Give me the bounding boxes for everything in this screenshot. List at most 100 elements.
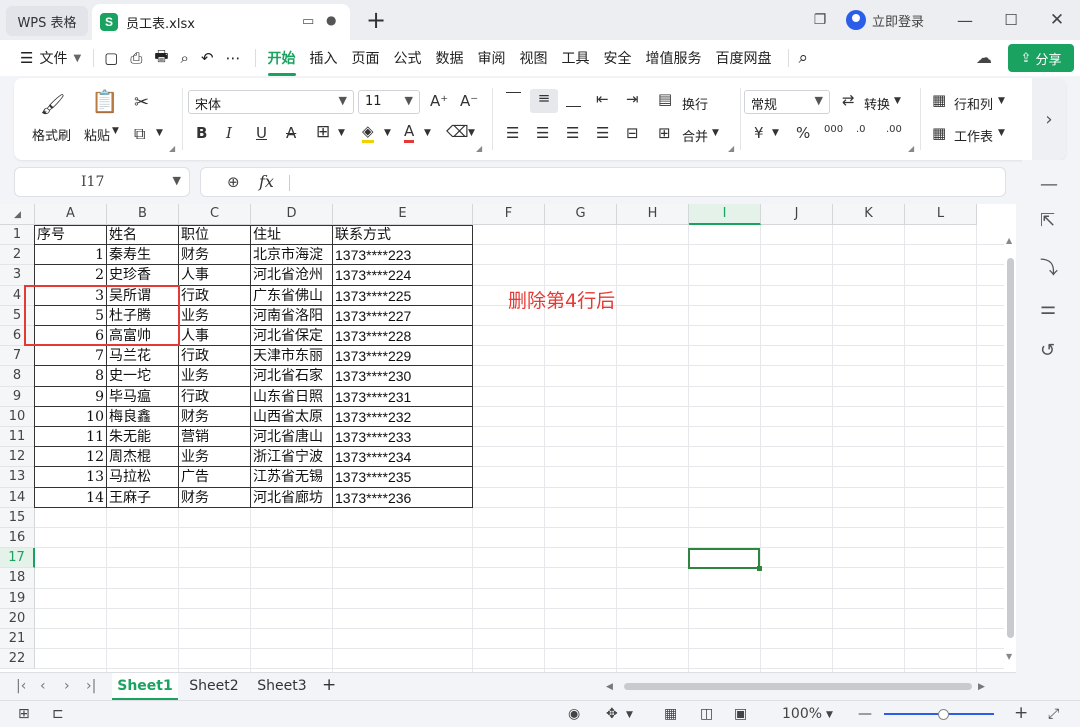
row-header-20[interactable]: 20 xyxy=(0,608,35,629)
row-header-9[interactable]: 9 xyxy=(0,386,35,407)
menu-tab-view[interactable]: 视图 xyxy=(520,48,548,68)
zoom-in-icon[interactable]: + xyxy=(1014,703,1028,723)
font-name-select[interactable]: 宋体 ▼ xyxy=(188,90,354,114)
menu-tab-value-added[interactable]: 增值服务 xyxy=(646,48,702,68)
cell-e3[interactable]: 1373****224 xyxy=(333,265,473,285)
currency-icon[interactable]: ¥ xyxy=(754,124,764,142)
cell-c1[interactable]: 职位 xyxy=(179,225,251,245)
cell-mode-icon[interactable]: ⊏ xyxy=(52,706,64,722)
macro-record-icon[interactable]: ⊞ xyxy=(18,706,30,722)
cell-d11[interactable]: 河北省唐山 xyxy=(251,427,333,447)
column-header-f[interactable]: F xyxy=(473,204,545,225)
cell-d9[interactable]: 山东省日照 xyxy=(251,387,333,407)
cell-b13[interactable]: 马拉松 xyxy=(107,467,179,487)
column-header-b[interactable]: B xyxy=(107,204,179,225)
cell-d3[interactable]: 河北省沧州 xyxy=(251,265,333,285)
search-icon[interactable]: ⌕ xyxy=(799,48,809,68)
tab-wps-home[interactable]: WPS 表格 xyxy=(6,6,88,36)
cell-a10[interactable]: 10 xyxy=(35,407,107,427)
cell-a3[interactable]: 2 xyxy=(35,265,107,285)
formula-input[interactable]: ⊕ fx xyxy=(200,167,1006,197)
align-bottom-icon[interactable]: ⎽ xyxy=(566,90,581,108)
select-all-corner[interactable]: ◢ xyxy=(0,204,35,225)
first-sheet-icon[interactable]: |‹ xyxy=(16,678,26,694)
cell-d14[interactable]: 河北省廊坊 xyxy=(251,488,333,508)
copy-chevron-icon[interactable]: ▼ xyxy=(156,128,163,138)
italic-icon[interactable]: I xyxy=(226,124,232,142)
new-tab-plus-icon[interactable]: + xyxy=(366,6,386,34)
zoom-out-icon[interactable]: — xyxy=(858,706,872,722)
cell-d10[interactable]: 山西省太原 xyxy=(251,407,333,427)
merge-button[interactable]: 合并 xyxy=(682,126,708,145)
next-sheet-icon[interactable]: › xyxy=(64,678,70,694)
menu-tab-data[interactable]: 数据 xyxy=(436,48,464,68)
bold-icon[interactable]: B xyxy=(196,124,207,142)
cell-d8[interactable]: 河北省石家 xyxy=(251,366,333,386)
cloud-icon[interactable]: ☁ xyxy=(976,48,992,67)
currency-chevron-icon[interactable]: ▼ xyxy=(772,128,779,138)
cell-c14[interactable]: 财务 xyxy=(179,488,251,508)
format-painter-icon[interactable]: 🖌 xyxy=(40,92,65,116)
column-header-e[interactable]: E xyxy=(333,204,473,225)
cell-e12[interactable]: 1373****234 xyxy=(333,447,473,467)
menu-tab-review[interactable]: 审阅 xyxy=(478,48,506,68)
scroll-left-icon[interactable]: ◀ xyxy=(606,682,613,692)
user-avatar-icon[interactable] xyxy=(845,10,866,30)
rows-cols-chevron-icon[interactable]: ▼ xyxy=(998,96,1005,106)
cell-a2[interactable]: 1 xyxy=(35,245,107,265)
rows-cols-icon[interactable]: ▦ xyxy=(932,91,946,109)
wrap-text-button[interactable]: 换行 xyxy=(682,94,708,113)
cell-d6[interactable]: 河北省保定 xyxy=(251,326,333,346)
row-header-16[interactable]: 16 xyxy=(0,528,35,549)
cell-b12[interactable]: 周杰棍 xyxy=(107,447,179,467)
row-header-2[interactable]: 2 xyxy=(0,245,35,266)
function-icon[interactable]: fx xyxy=(259,172,274,191)
minimize-icon[interactable]: — xyxy=(942,11,988,30)
increase-decimal-icon[interactable]: .0 xyxy=(856,124,866,135)
menu-tab-tools[interactable]: 工具 xyxy=(562,48,590,68)
undo-icon[interactable]: ↶ xyxy=(201,49,214,67)
row-header-19[interactable]: 19 xyxy=(0,588,35,609)
column-header-i[interactable]: I xyxy=(689,204,761,225)
name-box[interactable]: I17 ▼ xyxy=(14,167,190,197)
column-header-j[interactable]: J xyxy=(761,204,833,225)
align-left-icon[interactable]: ☰ xyxy=(506,124,519,142)
chevron-down-icon[interactable]: ▼ xyxy=(173,174,181,187)
print-icon[interactable]: 🖶 xyxy=(154,46,168,71)
cell-e13[interactable]: 1373****235 xyxy=(333,467,473,487)
font-color-icon[interactable]: A xyxy=(404,122,415,143)
spreadsheet-grid[interactable]: ◢ ABCDEFGHIJKL 1 2 3 4 5 6 7 8 9 10 11 12 13 14 15 16 17… xyxy=(0,204,1016,672)
cell-e9[interactable]: 1373****231 xyxy=(333,387,473,407)
cell-e14[interactable]: 1373****236 xyxy=(333,488,473,508)
add-sheet-icon[interactable]: + xyxy=(322,675,336,695)
cell-b11[interactable]: 朱无能 xyxy=(107,427,179,447)
cell-c4[interactable]: 行政 xyxy=(179,286,251,306)
row-header-15[interactable]: 15 xyxy=(0,507,35,528)
cell-c6[interactable]: 人事 xyxy=(179,326,251,346)
cell-b14[interactable]: 王麻子 xyxy=(107,488,179,508)
zoom-lookup-icon[interactable]: ⊕ xyxy=(227,173,240,191)
cell-b2[interactable]: 秦寿生 xyxy=(107,245,179,265)
justify-icon[interactable]: ☰ xyxy=(596,124,609,142)
row-header-12[interactable]: 12 xyxy=(0,447,35,468)
merge-chevron-icon[interactable]: ▼ xyxy=(712,128,719,138)
decrease-indent-icon[interactable]: ⇤ xyxy=(596,90,609,108)
cell-e1[interactable]: 联系方式 xyxy=(333,225,473,245)
cell-c3[interactable]: 人事 xyxy=(179,265,251,285)
menu-tab-security[interactable]: 安全 xyxy=(604,48,632,68)
sheet-tab-sheet3[interactable]: Sheet3 xyxy=(250,673,314,700)
align-expand-icon[interactable]: ◢ xyxy=(728,144,734,153)
cell-c13[interactable]: 广告 xyxy=(179,467,251,487)
convert-button[interactable]: 转换 xyxy=(864,94,890,113)
cell-a8[interactable]: 8 xyxy=(35,366,107,386)
cell-e2[interactable]: 1373****223 xyxy=(333,245,473,265)
cell-e5[interactable]: 1373****227 xyxy=(333,306,473,326)
unsaved-dot-icon[interactable]: ● xyxy=(326,13,336,27)
merge-cells-icon[interactable]: ⊞ xyxy=(658,124,671,142)
cell-e7[interactable]: 1373****229 xyxy=(333,346,473,366)
cell-b9[interactable]: 毕马瘟 xyxy=(107,387,179,407)
last-sheet-icon[interactable]: ›| xyxy=(86,678,96,694)
scroll-up-icon[interactable]: ▲ xyxy=(1006,236,1012,245)
row-header-3[interactable]: 3 xyxy=(0,265,35,286)
adjust-settings-icon[interactable]: ⚌ xyxy=(1040,298,1056,319)
